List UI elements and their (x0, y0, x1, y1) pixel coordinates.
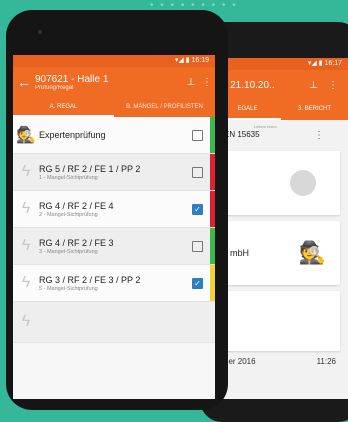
small-label: Leitern lesen (254, 124, 277, 129)
date-row: ber 2016 11:26 (214, 357, 348, 366)
app-bar: ← 907621 - Halle 1 Prüfung/Regal ⊥ ⋮ A. … (13, 67, 215, 117)
spy-icon: 🕵 (16, 127, 36, 144)
list-item[interactable]: ϟ RG 3 / RF 2 / FE 3 / PP 2 5 - Mangel-S… (13, 265, 215, 302)
company-name: mbH (230, 248, 250, 258)
tab-maengel[interactable]: B. MÄNGEL / PROFILISTEN (114, 97, 215, 117)
list-item[interactable]: ϟ (13, 302, 215, 343)
tab-bericht[interactable]: 3. BERICHT (281, 100, 348, 120)
status-bar: ▾◢ ▮ 16:19 (13, 55, 215, 67)
tab-bar: EGALE 3. BERICHT (214, 100, 348, 120)
app-title: - 21.10.20.. (224, 80, 275, 91)
time-text: 11:26 (316, 357, 336, 366)
status-bar-red (210, 191, 215, 227)
date-text: ber 2016 (224, 357, 256, 366)
company-card: mbH 🕵 (222, 221, 340, 285)
item-subtitle: 2 - Mangel-Sichtprüfung (39, 211, 98, 218)
blank-card (222, 291, 340, 351)
app-title: 907621 - Halle 1 (35, 73, 109, 85)
lightning-icon: ϟ (21, 274, 31, 291)
lightning-icon: ϟ (21, 237, 31, 254)
checkbox[interactable] (192, 166, 203, 178)
status-time: 16:19 (191, 57, 209, 64)
lightning-icon: ϟ (21, 200, 31, 217)
checkbox-checked[interactable]: ✓ (192, 203, 203, 215)
inspection-list: 🕵 Expertenprüfung ϟ RG 5 / RF 2 / FE 1 /… (13, 117, 215, 343)
status-time: 16:17 (324, 60, 342, 67)
hierarchy-icon[interactable]: ⊥ (183, 77, 199, 88)
status-bar-green (210, 228, 215, 264)
item-title: Expertenprüfung (39, 130, 106, 140)
lightning-icon: ϟ (21, 313, 31, 330)
back-arrow-icon[interactable]: ← (13, 74, 35, 90)
item-subtitle: 5 - Mangel-Sichtprüfung (39, 285, 98, 292)
item-subtitle: 1 - Mangel-Sichtprüfung (39, 174, 98, 181)
list-item[interactable]: 🕵 Expertenprüfung (13, 117, 215, 154)
status-bar: ▾◢ ▮ 16:17 (214, 58, 348, 70)
tab-regal[interactable]: A. REGAL (13, 97, 114, 117)
item-title: RG 4 / RF 2 / FE 3 (39, 237, 114, 248)
item-title: RG 4 / RF 2 / FE 4 (39, 200, 114, 211)
checkbox-checked[interactable]: ✓ (192, 277, 203, 289)
overflow-menu-icon[interactable]: ⋮ (199, 77, 215, 88)
status-bar-green (210, 117, 215, 153)
globe-icon (290, 170, 316, 196)
status-bar-red (210, 154, 215, 190)
app-subtitle: Prüfung/Regal (35, 84, 74, 91)
back-screen: ▾◢ ▮ 16:17 - 21.10.20.. ⊥ ⋮ EGALE 3. BER… (214, 58, 348, 399)
hierarchy-icon[interactable]: ⊥ (309, 80, 318, 91)
status-bar-yellow (210, 265, 215, 301)
item-subtitle: 3 - Mangel-Sichtprüfung (39, 248, 98, 255)
item-title: RG 5 / RF 2 / FE 1 / PP 2 (39, 163, 141, 174)
app-bar: - 21.10.20.. ⊥ ⋮ EGALE 3. BERICHT (214, 70, 348, 120)
spy-icon: 🕵 (298, 240, 326, 265)
checkbox[interactable] (192, 240, 203, 252)
camera (38, 30, 42, 34)
tab-bar: A. REGAL B. MÄNGEL / PROFILISTEN (13, 97, 215, 117)
list-item[interactable]: ϟ RG 4 / RF 2 / FE 4 2 - Mangel-Sichtprü… (13, 191, 215, 228)
list-item[interactable]: ϟ RG 4 / RF 2 / FE 3 3 - Mangel-Sichtprü… (13, 228, 215, 265)
overflow-menu-icon[interactable]: ⋮ (328, 80, 338, 91)
info-card (222, 151, 340, 215)
overflow-menu-icon[interactable]: ⋮ (314, 130, 324, 141)
checkbox[interactable] (192, 129, 203, 141)
front-screen: ▾◢ ▮ 16:19 ← 907621 - Halle 1 Prüfung/Re… (13, 55, 215, 399)
standard-label: EN 15635 (224, 130, 260, 139)
item-title: RG 3 / RF 2 / FE 3 / PP 2 (39, 274, 141, 285)
list-item[interactable]: ϟ RG 5 / RF 2 / FE 1 / PP 2 1 - Mangel-S… (13, 154, 215, 191)
lightning-icon: ϟ (21, 163, 31, 180)
